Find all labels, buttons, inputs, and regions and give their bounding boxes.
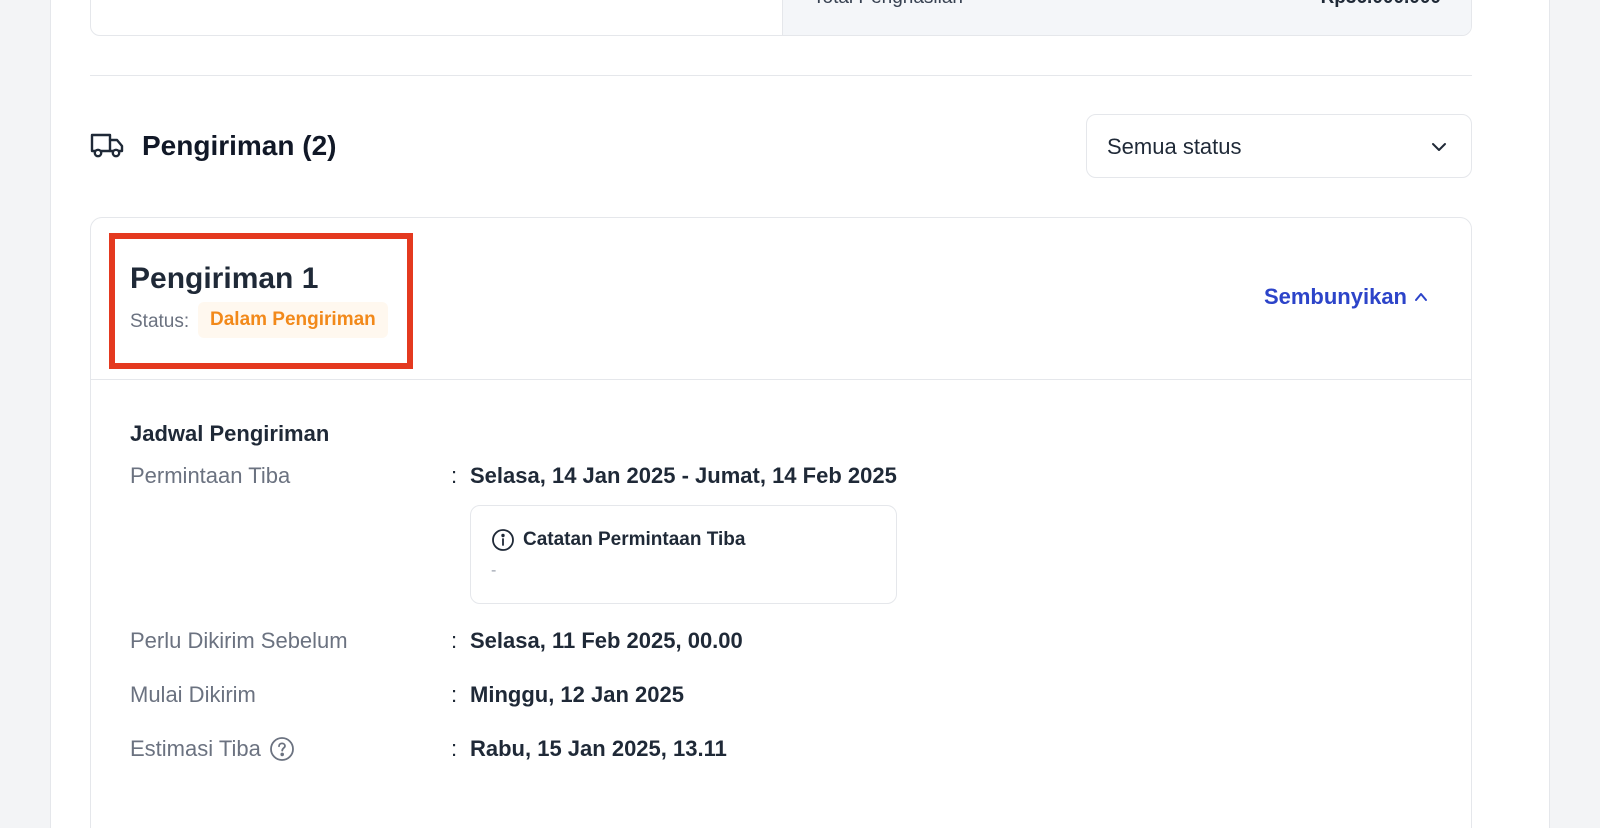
eta-row: Estimasi Tiba : Rabu, 15 Jan 2025, 13.11 (130, 736, 1030, 768)
income-summary-card: Total Penghasilan Rp36.000.000 (90, 0, 1472, 36)
chevron-down-icon (1432, 143, 1446, 151)
income-summary-panel: Total Penghasilan Rp36.000.000 (782, 0, 1471, 35)
hide-details-label: Sembunyikan (1263, 284, 1407, 309)
chevron-up-icon (1415, 293, 1427, 301)
status-badge: Dalam Pengiriman (198, 302, 388, 338)
arrival-note-value: - (491, 562, 497, 579)
help-icon[interactable] (269, 736, 295, 762)
arrival-note-box: Catatan Permintaan Tiba - (470, 505, 897, 604)
hide-details-button[interactable]: Sembunyikan (1264, 284, 1429, 310)
shipments-header: Pengiriman (2) Semua status (90, 114, 1472, 178)
info-icon (492, 529, 514, 551)
colon-separator: : (451, 628, 458, 653)
total-income-value: Rp36.000.000 (1321, 0, 1441, 9)
colon-separator: : (451, 463, 458, 488)
eta-value: Rabu, 15 Jan 2025, 13.11 (470, 736, 727, 761)
section-divider (90, 75, 1472, 76)
ship-before-label: Perlu Dikirim Sebelum (130, 628, 348, 653)
ship-start-row: Mulai Dikirim : Minggu, 12 Jan 2025 (130, 682, 1030, 714)
ship-before-value: Selasa, 11 Feb 2025, 00.00 (470, 628, 743, 653)
status-label: Status: (130, 311, 190, 332)
highlight-box (109, 233, 413, 369)
ship-before-row: Perlu Dikirim Sebelum : Selasa, 11 Feb 2… (130, 628, 1030, 660)
status-filter-value: Semua status (1107, 134, 1242, 159)
arrival-note-title: Catatan Permintaan Tiba (523, 529, 746, 550)
status-filter-select[interactable]: Semua status (1086, 114, 1472, 178)
shipment-card-header: Pengiriman 1 Status: Dalam Pengiriman Se… (91, 218, 1471, 380)
eta-label-group: Estimasi Tiba (130, 736, 295, 762)
colon-separator: : (451, 682, 458, 707)
requested-arrival-row: Permintaan Tiba : Selasa, 14 Jan 2025 - … (130, 463, 1030, 495)
ship-start-label: Mulai Dikirim (130, 682, 256, 707)
colon-separator: : (451, 736, 458, 761)
page-container: Total Penghasilan Rp36.000.000 Pengirima… (50, 0, 1550, 828)
shipment-title: Pengiriman 1 (130, 262, 319, 295)
ship-start-value: Minggu, 12 Jan 2025 (470, 682, 684, 707)
eta-label: Estimasi Tiba (130, 736, 261, 761)
requested-arrival-value: Selasa, 14 Jan 2025 - Jumat, 14 Feb 2025 (470, 463, 897, 488)
truck-icon (90, 133, 124, 158)
arrival-note-header: Catatan Permintaan Tiba (491, 528, 745, 552)
requested-arrival-label: Permintaan Tiba (130, 463, 291, 488)
shipments-title: Pengiriman (2) (142, 130, 337, 161)
total-income-label: Total Penghasilan (813, 0, 963, 9)
shipment-card: Pengiriman 1 Status: Dalam Pengiriman Se… (90, 217, 1472, 828)
schedule-title: Jadwal Pengiriman (130, 421, 330, 446)
